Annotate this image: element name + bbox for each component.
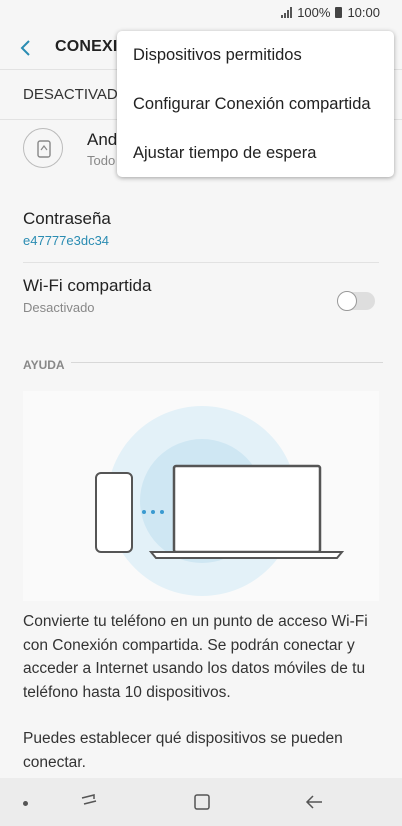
connection-dot bbox=[160, 510, 164, 514]
password-row[interactable]: Contraseña e47777e3dc34 bbox=[23, 197, 379, 263]
laptop-screen bbox=[172, 464, 322, 554]
help-paragraph: Puedes establecer qué dispositivos se pu… bbox=[23, 730, 343, 771]
overflow-menu: Dispositivos permitidos Configurar Conex… bbox=[117, 31, 394, 177]
menu-item-allowed-devices[interactable]: Dispositivos permitidos bbox=[117, 31, 394, 80]
password-value: e47777e3dc34 bbox=[23, 233, 110, 248]
help-text: Convierte tu teléfono en un punto de acc… bbox=[23, 610, 383, 797]
phone-shape bbox=[95, 472, 133, 553]
wifi-shared-status: Desactivado bbox=[23, 300, 95, 315]
wifi-shared-title: Wi-Fi compartida bbox=[23, 276, 152, 295]
help-section-header: AYUDA bbox=[23, 356, 383, 372]
section-divider bbox=[71, 362, 383, 363]
wifi-shared-toggle[interactable] bbox=[337, 291, 375, 311]
status-indicators: 100% 10:00 bbox=[281, 5, 380, 20]
hotspot-state-label: DESACTIVAD bbox=[23, 86, 118, 103]
help-paragraph: Convierte tu teléfono en un punto de acc… bbox=[23, 613, 368, 701]
status-bar: 100% 10:00 bbox=[0, 0, 402, 26]
back-arrow-icon[interactable] bbox=[18, 39, 34, 57]
laptop-base bbox=[148, 551, 345, 559]
connection-dot bbox=[151, 510, 155, 514]
wifi-shared-row[interactable]: Wi-Fi compartida Desactivado bbox=[23, 264, 379, 336]
help-section-label: AYUDA bbox=[23, 358, 65, 372]
back-icon[interactable] bbox=[304, 794, 324, 810]
menu-item-timeout[interactable]: Ajustar tiempo de espera bbox=[117, 129, 394, 178]
battery-icon bbox=[335, 7, 343, 18]
device-icon bbox=[23, 128, 63, 168]
password-title: Contraseña bbox=[23, 209, 111, 228]
network-name: And bbox=[87, 130, 118, 149]
toggle-knob bbox=[337, 291, 357, 311]
home-icon[interactable] bbox=[193, 793, 211, 811]
nav-dot-icon[interactable] bbox=[23, 801, 28, 806]
clock: 10:00 bbox=[347, 5, 380, 20]
network-name-subtitle: Todo bbox=[87, 153, 116, 168]
help-illustration bbox=[23, 391, 379, 601]
battery-percentage: 100% bbox=[297, 5, 331, 20]
navigation-bar bbox=[0, 778, 402, 826]
connection-dot bbox=[142, 510, 146, 514]
hotspot-illustration bbox=[95, 406, 345, 596]
recent-apps-icon[interactable] bbox=[80, 792, 100, 810]
menu-item-configure-hotspot[interactable]: Configurar Conexión compartida bbox=[117, 80, 394, 129]
signal-icon bbox=[281, 7, 293, 18]
